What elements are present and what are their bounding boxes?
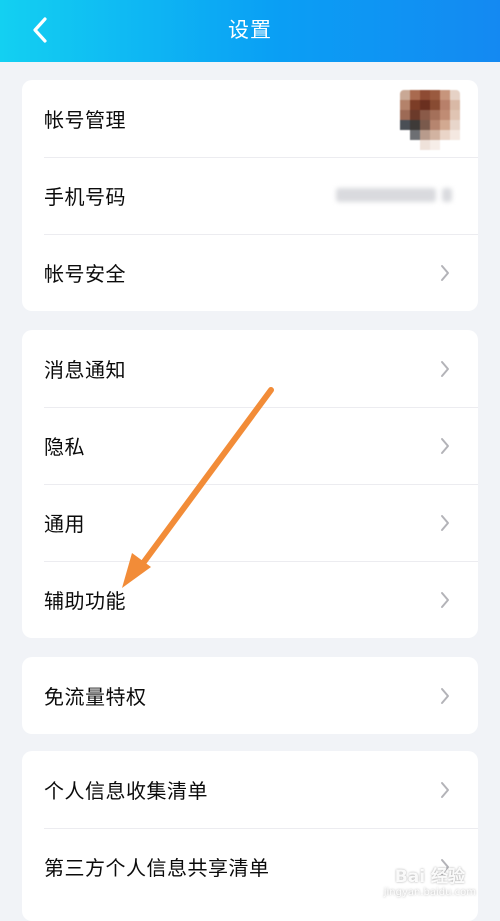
settings-item-accessibility[interactable]: 辅助功能 [22,561,478,638]
settings-item-phone-number[interactable]: 手机号码 [22,157,478,234]
settings-item-free-data[interactable]: 免流量特权 [22,657,478,734]
watermark-sub: jingyan.baidu.com [383,887,476,898]
data-privilege-group: 免流量特权 [22,657,478,734]
settings-item-notifications[interactable]: 消息通知 [22,330,478,407]
settings-item-account-security[interactable]: 帐号安全 [22,234,478,311]
settings-item-label: 第三方个人信息共享清单 [44,856,270,880]
settings-item-label: 免流量特权 [44,685,147,709]
watermark: Bai 经验 jingyan.baidu.com [384,869,476,898]
settings-item-label: 个人信息收集清单 [44,779,208,803]
settings-item-label: 消息通知 [44,358,126,382]
chevron-right-icon [441,514,449,531]
watermark-main: Bai 经验 [394,867,465,887]
masked-text [442,187,452,202]
settings-item-general[interactable]: 通用 [22,484,478,561]
settings-item-label: 帐号安全 [44,262,126,286]
general-group: 消息通知 隐私 通用 辅助功能 [22,330,478,638]
settings-item-label: 帐号管理 [44,108,126,132]
page-title: 设置 [228,18,272,42]
masked-phone-value [336,187,452,202]
masked-text [336,187,436,202]
top-bar: 设置 [0,0,500,62]
settings-item-label: 手机号码 [44,185,126,209]
chevron-right-icon [441,437,449,454]
settings-item-privacy[interactable]: 隐私 [22,407,478,484]
settings-item-account-management[interactable]: 帐号管理 [22,80,478,157]
account-group: 帐号管理 手机号码 帐号安全 [22,80,478,311]
settings-item-label: 隐私 [44,435,85,459]
settings-item-personal-info-list[interactable]: 个人信息收集清单 [22,751,478,828]
chevron-right-icon [441,687,449,704]
chevron-right-icon [441,264,449,281]
chevron-right-icon [441,781,449,798]
chevron-right-icon [441,591,449,608]
settings-item-label: 通用 [44,512,85,536]
settings-item-label: 辅助功能 [44,589,126,613]
chevron-right-icon [441,360,449,377]
avatar [400,90,460,150]
